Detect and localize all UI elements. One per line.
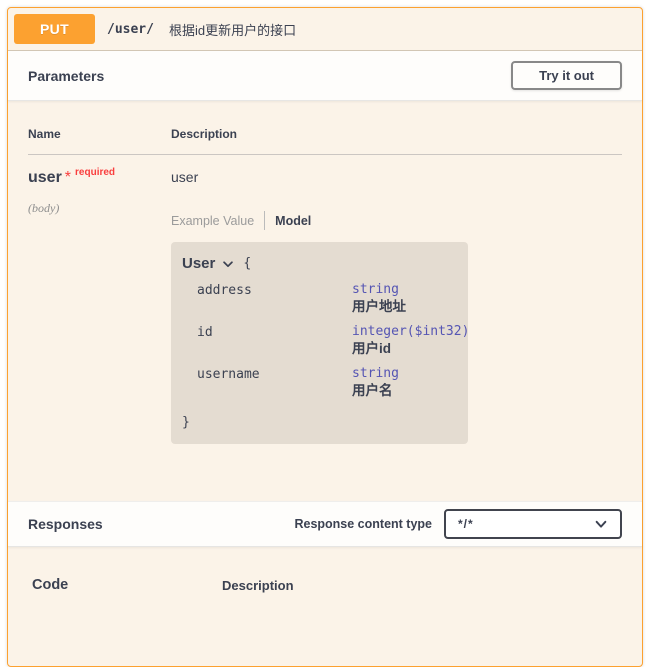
property-name: address <box>197 282 352 315</box>
response-content-type-wrap: Response content type */* <box>294 509 622 539</box>
model-property-id: id integer($int32) 用户id <box>197 324 458 357</box>
parameter-name-cell: user* required (body) <box>28 169 171 444</box>
property-type: string <box>352 366 458 382</box>
tab-separator <box>264 211 265 230</box>
property-description: 用户地址 <box>352 298 458 315</box>
parameter-name: user <box>28 169 62 186</box>
property-type: integer($int32) <box>352 324 469 340</box>
parameters-table-header: Name Description <box>28 127 622 155</box>
response-content-type-select[interactable]: */* <box>444 509 622 539</box>
property-meta: integer($int32) 用户id <box>352 324 469 357</box>
model-property-username: username string 用户名 <box>197 366 458 399</box>
tab-example-value[interactable]: Example Value <box>171 214 254 228</box>
property-meta: string 用户地址 <box>352 282 458 315</box>
model-example-tabs: Example Value Model <box>171 211 622 230</box>
responses-title: Responses <box>28 516 103 532</box>
parameters-section-header: Parameters Try it out <box>8 51 642 101</box>
required-star: * <box>65 169 71 186</box>
model-title: User <box>182 255 215 272</box>
tab-model[interactable]: Model <box>275 214 311 228</box>
parameter-description-cell: user Example Value Model User <box>171 169 622 444</box>
parameter-row: user*required (body) user Example Value … <box>28 155 622 444</box>
parameters-table: Name Description user*required (body) us… <box>8 101 642 501</box>
response-content-type-label: Response content type <box>294 517 432 531</box>
required-label: required <box>75 167 115 178</box>
description-column-header: Description <box>171 127 622 141</box>
chevron-down-icon <box>594 517 608 531</box>
description-column-header: Description <box>222 578 622 593</box>
model-toggle[interactable]: User { <box>182 255 458 272</box>
endpoint-path: /user/ <box>107 22 154 37</box>
property-meta: string 用户名 <box>352 366 458 399</box>
property-description: 用户名 <box>352 382 458 399</box>
parameters-title: Parameters <box>28 68 104 84</box>
endpoint-summary-text: 根据id更新用户的接口 <box>169 20 296 39</box>
model-property-address: address string 用户地址 <box>197 282 458 315</box>
response-content-type-value: */* <box>458 517 474 531</box>
operation-summary[interactable]: PUT /user/ 根据id更新用户的接口 <box>8 8 642 51</box>
responses-section-header: Responses Response content type */* <box>8 501 642 547</box>
operation-block-put-user: PUT /user/ 根据id更新用户的接口 Parameters Try it… <box>7 7 643 667</box>
model-properties: address string 用户地址 id integer($int32) 用… <box>197 282 458 399</box>
chevron-down-icon <box>221 257 235 271</box>
parameter-in: (body) <box>28 201 171 216</box>
property-type: string <box>352 282 458 298</box>
http-method-badge: PUT <box>14 14 95 44</box>
parameter-description: user <box>171 169 622 185</box>
try-it-out-button[interactable]: Try it out <box>511 61 622 90</box>
code-column-header: Code <box>32 577 222 593</box>
property-name: username <box>197 366 352 399</box>
close-brace: } <box>182 415 458 430</box>
name-column-header: Name <box>28 127 171 141</box>
responses-table-header: Code Description <box>32 577 622 593</box>
responses-table: Code Description <box>8 547 642 593</box>
property-name: id <box>197 324 352 357</box>
model-box: User { address string <box>171 242 468 444</box>
open-brace: { <box>243 256 251 271</box>
property-description: 用户id <box>352 340 469 357</box>
